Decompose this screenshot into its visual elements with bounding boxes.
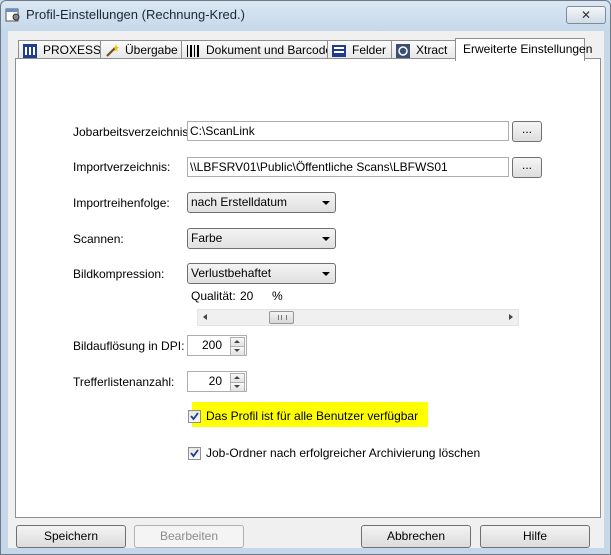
checkmark-icon (190, 449, 199, 458)
save-button[interactable]: Speichern (16, 525, 126, 548)
tab-proxess[interactable]: PROXESS (18, 40, 101, 60)
help-button[interactable]: Hilfe (480, 525, 590, 548)
tab-erweiterte-einstellungen[interactable]: Erweiterte Einstellungen (455, 38, 592, 61)
dropdown-arrow-icon (322, 201, 330, 205)
tab-dokument-barcode[interactable]: Dokument und Barcode (181, 40, 332, 60)
dpi-value: 200 (201, 338, 222, 352)
dpi-label: Bildauflösung in DPI: (73, 339, 185, 353)
tab-felder[interactable]: Felder (327, 40, 392, 60)
quality-slider[interactable] (197, 309, 519, 326)
quality-value: 20 (240, 289, 254, 303)
importdir-input[interactable]: \\LBFSRV01\Public\Öffentliche Scans\LBFW… (187, 157, 509, 177)
importdir-label: Importverzeichnis: (73, 160, 171, 174)
proxess-icon (23, 44, 37, 58)
profile-settings-window: Profil-Einstellungen (Rechnung-Kred.) ✕ … (0, 0, 611, 555)
advanced-settings-panel: Jobarbeitsverzeichnis: C:\ScanLink ... I… (15, 58, 601, 518)
spin-down-icon[interactable] (230, 382, 245, 392)
barcode-icon (187, 45, 199, 57)
fields-icon (332, 45, 346, 57)
importorder-select[interactable]: nach Erstelldatum (187, 192, 336, 213)
dialog-client-area: PROXESS Übergabe Dokument und Barcode Fe… (8, 31, 604, 548)
edit-button[interactable]: Bearbeiten (134, 525, 244, 548)
scroll-left-icon[interactable] (203, 314, 207, 320)
all-users-checkbox[interactable] (188, 410, 201, 423)
compression-select[interactable]: Verlustbehaftet (187, 263, 336, 284)
dropdown-arrow-icon (322, 272, 330, 276)
dpi-spinner[interactable]: 200 (187, 335, 247, 356)
close-button[interactable]: ✕ (566, 6, 606, 24)
scan-value: Farbe (191, 231, 223, 245)
tab-xtract[interactable]: Xtract (391, 40, 456, 60)
title-bar[interactable]: Profil-Einstellungen (Rechnung-Kred.) ✕ (1, 1, 610, 29)
magic-wand-icon (106, 44, 119, 57)
window-title: Profil-Einstellungen (Rechnung-Kred.) (26, 7, 245, 22)
grip-icon (278, 315, 287, 320)
hits-value: 20 (208, 374, 222, 388)
tab-label: Erweiterte Einstellungen (463, 42, 593, 56)
jobdir-label: Jobarbeitsverzeichnis: (73, 125, 192, 139)
compression-label: Bildkompression: (73, 267, 165, 281)
tab-uebergabe[interactable]: Übergabe (100, 40, 182, 60)
quality-unit: % (272, 289, 283, 303)
hits-label: Trefferlistenanzahl: (73, 375, 175, 389)
settings-window-icon (5, 8, 20, 22)
browse-jobdir-button[interactable]: ... (512, 121, 542, 142)
delete-job-folder-label: Job-Ordner nach erfolgreicher Archivieru… (206, 446, 481, 460)
spin-down-icon[interactable] (230, 346, 245, 356)
all-users-label: Das Profil ist für alle Benutzer verfügb… (206, 409, 419, 423)
scan-select[interactable]: Farbe (187, 228, 336, 249)
quality-label: Qualität: (191, 289, 236, 303)
scan-label: Scannen: (73, 232, 124, 246)
xtract-icon (396, 44, 410, 58)
cancel-button[interactable]: Abbrechen (361, 525, 471, 548)
checkmark-icon (190, 412, 199, 421)
scroll-right-icon[interactable] (509, 314, 513, 320)
jobdir-input[interactable]: C:\ScanLink (187, 121, 509, 141)
importorder-value: nach Erstelldatum (191, 195, 288, 209)
browse-importdir-button[interactable]: ... (512, 157, 542, 178)
importorder-label: Importreihenfolge: (73, 196, 170, 210)
hits-spinner[interactable]: 20 (187, 371, 247, 392)
dropdown-arrow-icon (322, 237, 330, 241)
slider-thumb[interactable] (269, 311, 294, 324)
delete-job-folder-checkbox[interactable] (188, 447, 201, 460)
compression-value: Verlustbehaftet (191, 266, 272, 280)
